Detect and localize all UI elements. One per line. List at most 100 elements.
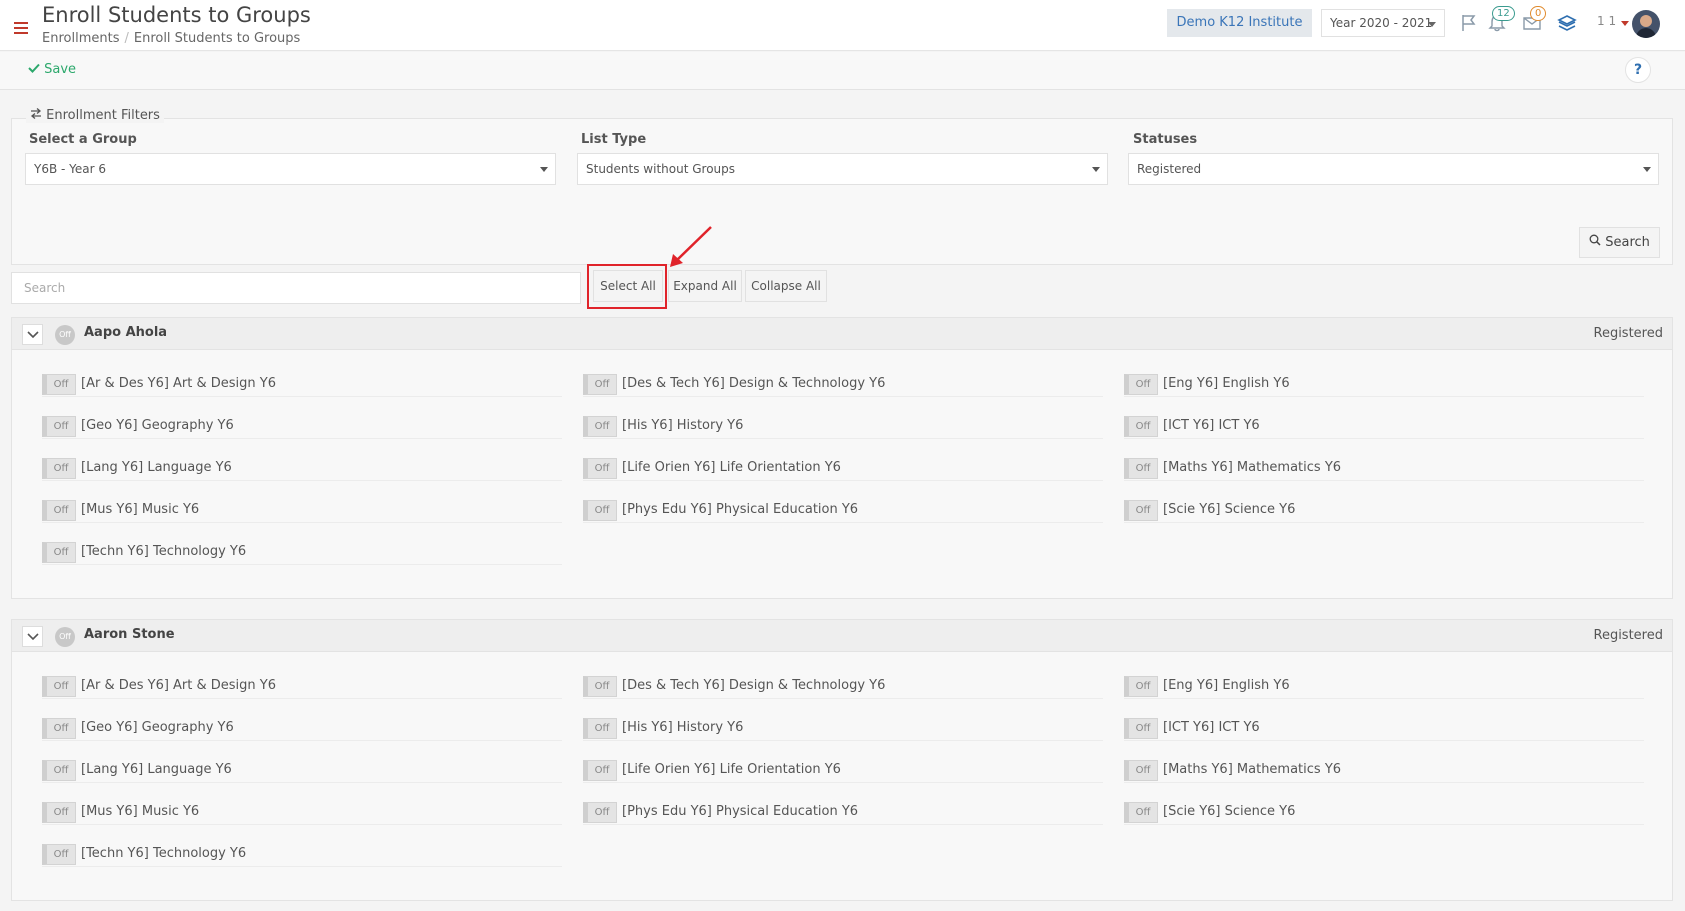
student-search-input[interactable] [11,272,581,304]
student-header: Off Aapo Ahola Registered [12,318,1672,350]
subject-label: [Phys Edu Y6] Physical Education Y6 [622,502,859,517]
subject-item: Off [Des & Tech Y6] Design & Technology Y… [583,372,1103,397]
year-select[interactable]: Year 2020 - 2021 [1321,9,1445,37]
subject-toggle[interactable]: Off [42,416,76,437]
subject-label: [Ar & Des Y6] Art & Design Y6 [81,678,277,693]
subject-toggle[interactable]: Off [42,500,76,521]
subject-item: Off [Life Orien Y6] Life Orientation Y6 [583,758,1103,783]
student-header: Off Aaron Stone Registered [12,620,1672,652]
layers-icon[interactable] [1557,13,1577,33]
subject-label: [Des & Tech Y6] Design & Technology Y6 [622,376,886,391]
flag-icon[interactable] [1459,13,1479,33]
avatar[interactable] [1632,10,1660,38]
subject-item: Off [Ar & Des Y6] Art & Design Y6 [42,674,562,699]
group-select[interactable]: Y6B - Year 6 [25,153,556,185]
chevron-down-icon [27,331,39,339]
subject-label: [His Y6] History Y6 [622,418,744,433]
subject-label: [Geo Y6] Geography Y6 [81,418,234,433]
enrollment-filters-legend: Enrollment Filters [26,108,164,123]
student-toggle[interactable]: Off [55,325,75,345]
search-button[interactable]: Search [1579,227,1660,258]
subject-label: [Maths Y6] Mathematics Y6 [1163,460,1342,475]
check-icon [28,63,40,73]
page-title: Enroll Students to Groups [42,3,311,27]
top-bar: Enroll Students to Groups Enrollments / En… [0,0,1685,51]
subject-toggle[interactable]: Off [42,458,76,479]
subject-toggle[interactable]: Off [1124,760,1158,781]
subject-item: Off [Lang Y6] Language Y6 [42,758,562,783]
subject-toggle[interactable]: Off [583,718,617,739]
subject-label: [Life Orien Y6] Life Orientation Y6 [622,762,841,777]
save-button[interactable]: Save [28,62,76,77]
subject-toggle[interactable]: Off [583,374,617,395]
breadcrumb-item-enrollments[interactable]: Enrollments [42,31,119,46]
subject-toggle[interactable]: Off [1124,416,1158,437]
subject-label: [Techn Y6] Technology Y6 [81,846,247,861]
subject-label: [Lang Y6] Language Y6 [81,762,232,777]
caret-down-icon [1092,167,1100,172]
subject-item: Off [Eng Y6] English Y6 [1124,674,1644,699]
caret-down-icon [540,167,548,172]
subject-label: [Maths Y6] Mathematics Y6 [1163,762,1342,777]
list-type-select[interactable]: Students without Groups [577,153,1108,185]
subject-label: [Mus Y6] Music Y6 [81,804,200,819]
year-select-value: Year 2020 - 2021 [1330,16,1433,30]
subject-toggle[interactable]: Off [583,416,617,437]
subject-toggle[interactable]: Off [1124,676,1158,697]
breadcrumb-item-current: Enroll Students to Groups [133,31,301,46]
help-button[interactable]: ? [1625,57,1651,83]
breadcrumb-separator: / [124,31,129,46]
user-caret-icon[interactable] [1621,21,1629,26]
subject-toggle[interactable]: Off [42,802,76,823]
collapse-toggle-button[interactable] [22,324,43,345]
subject-toggle[interactable]: Off [1124,374,1158,395]
subject-label: [Geo Y6] Geography Y6 [81,720,234,735]
subject-toggle[interactable]: Off [583,458,617,479]
subject-item: Off [His Y6] History Y6 [583,414,1103,439]
subject-label: [Eng Y6] English Y6 [1163,376,1290,391]
subject-item: Off [Maths Y6] Mathematics Y6 [1124,758,1644,783]
subject-item: Off [Scie Y6] Science Y6 [1124,800,1644,825]
subject-toggle[interactable]: Off [1124,718,1158,739]
hamburger-menu-icon[interactable] [14,22,28,34]
subject-toggle[interactable]: Off [42,718,76,739]
student-name: Aapo Ahola [84,325,168,340]
subject-toggle[interactable]: Off [1124,458,1158,479]
subject-item: Off [His Y6] History Y6 [583,716,1103,741]
collapse-all-button[interactable]: Collapse All [745,270,827,302]
statuses-select[interactable]: Registered [1128,153,1659,185]
subject-item: Off [Techn Y6] Technology Y6 [42,842,562,867]
student-name: Aaron Stone [84,627,175,642]
subject-label: [Des & Tech Y6] Design & Technology Y6 [622,678,886,693]
subject-item: Off [Phys Edu Y6] Physical Education Y6 [583,800,1103,825]
subject-item: Off [Geo Y6] Geography Y6 [42,716,562,741]
subject-toggle[interactable]: Off [583,500,617,521]
subject-toggle[interactable]: Off [42,676,76,697]
subject-toggle[interactable]: Off [42,542,76,563]
list-type-label: List Type [581,132,647,147]
collapse-toggle-button[interactable] [22,626,43,647]
enrollment-filters-title: Enrollment Filters [46,108,160,123]
subject-toggle[interactable]: Off [1124,802,1158,823]
student-toggle[interactable]: Off [55,627,75,647]
subject-toggle[interactable]: Off [42,844,76,865]
subject-item: Off [Geo Y6] Geography Y6 [42,414,562,439]
institute-button[interactable]: Demo K12 Institute [1167,9,1312,37]
subject-label: [His Y6] History Y6 [622,720,744,735]
subject-label: [Scie Y6] Science Y6 [1163,502,1296,517]
subject-label: [Techn Y6] Technology Y6 [81,544,247,559]
subject-toggle[interactable]: Off [1124,500,1158,521]
subject-toggle[interactable]: Off [42,374,76,395]
user-label[interactable]: 1 1 [1597,14,1616,28]
caret-down-icon [1428,22,1436,27]
subject-toggle[interactable]: Off [583,760,617,781]
subject-toggle[interactable]: Off [583,802,617,823]
list-type-select-value: Students without Groups [586,162,736,176]
chevron-down-icon [27,633,39,641]
subject-toggle[interactable]: Off [583,676,617,697]
breadcrumb: Enrollments / Enroll Students to Groups [42,31,300,46]
expand-all-button[interactable]: Expand All [668,270,742,302]
student-status: Registered [1593,628,1664,643]
caret-down-icon [1643,167,1651,172]
subject-toggle[interactable]: Off [42,760,76,781]
